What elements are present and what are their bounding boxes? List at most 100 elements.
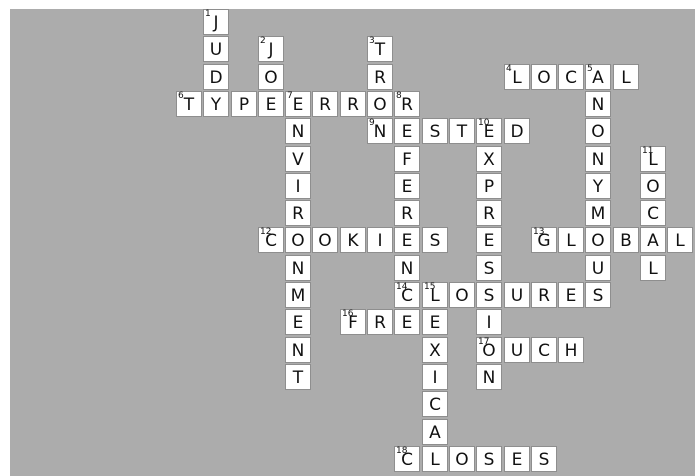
crossword-cell[interactable]: L xyxy=(667,227,693,253)
crossword-cell[interactable]: C xyxy=(422,391,448,417)
crossword-cell[interactable]: I xyxy=(285,173,311,199)
crossword-cell[interactable]: O xyxy=(449,282,475,308)
crossword-cell[interactable]: J2 xyxy=(258,36,284,62)
crossword-cell[interactable]: O xyxy=(258,64,284,90)
cell-letter: N xyxy=(482,368,496,388)
crossword-cell[interactable]: A5 xyxy=(585,64,611,90)
crossword-cell[interactable]: E xyxy=(394,227,420,253)
crossword-cell[interactable]: E xyxy=(504,446,530,472)
crossword-cell[interactable]: E xyxy=(558,282,584,308)
crossword-cell[interactable]: E xyxy=(285,309,311,335)
crossword-cell[interactable]: T3 xyxy=(367,36,393,62)
crossword-cell[interactable]: C xyxy=(558,64,584,90)
crossword-cell[interactable]: O xyxy=(312,227,338,253)
crossword-cell[interactable]: O xyxy=(640,173,666,199)
crossword-cell[interactable]: C 18 xyxy=(394,446,420,472)
crossword-cell[interactable]: X xyxy=(422,337,448,363)
crossword-cell[interactable]: S xyxy=(476,446,502,472)
crossword-cell[interactable]: N xyxy=(394,255,420,281)
crossword-cell[interactable]: F 16 xyxy=(340,309,366,335)
crossword-cell[interactable]: K xyxy=(340,227,366,253)
cell-letter: Y xyxy=(210,95,222,115)
crossword-cell[interactable]: T xyxy=(285,364,311,390)
crossword-cell[interactable]: N xyxy=(285,118,311,144)
crossword-cell[interactable]: C xyxy=(531,337,557,363)
crossword-cell[interactable]: I xyxy=(476,309,502,335)
crossword-cell[interactable]: S xyxy=(476,282,502,308)
crossword-cell[interactable]: V xyxy=(285,146,311,172)
crossword-cell[interactable]: R xyxy=(476,200,502,226)
crossword-cell[interactable]: E7 xyxy=(285,91,311,117)
crossword-cell[interactable]: R xyxy=(285,200,311,226)
crossword-cell[interactable]: L xyxy=(422,446,448,472)
crossword-cell[interactable]: U xyxy=(504,282,530,308)
crossword-cell[interactable]: Y xyxy=(203,91,229,117)
crossword-cell[interactable]: N xyxy=(476,364,502,390)
crossword-cell[interactable]: S xyxy=(422,227,448,253)
clue-number: 7 xyxy=(287,91,293,101)
crossword-cell[interactable]: R xyxy=(312,91,338,117)
crossword-cell[interactable]: E xyxy=(394,309,420,335)
crossword-cell[interactable]: B xyxy=(613,227,639,253)
crossword-cell[interactable]: N xyxy=(285,255,311,281)
crossword-cell[interactable]: L xyxy=(640,255,666,281)
crossword-cell[interactable]: H xyxy=(558,337,584,363)
crossword-cell[interactable]: A xyxy=(640,227,666,253)
crossword-cell[interactable]: P xyxy=(231,91,257,117)
crossword-cell[interactable]: O xyxy=(285,227,311,253)
crossword-cell[interactable]: C 14 xyxy=(394,282,420,308)
crossword-cell[interactable]: R xyxy=(394,200,420,226)
crossword-cell[interactable]: R xyxy=(340,91,366,117)
crossword-cell[interactable]: R8 xyxy=(394,91,420,117)
crossword-cell[interactable]: N xyxy=(285,337,311,363)
crossword-cell[interactable]: N xyxy=(585,146,611,172)
crossword-cell[interactable]: R xyxy=(367,64,393,90)
crossword-cell[interactable]: T xyxy=(449,118,475,144)
crossword-cell[interactable]: U xyxy=(504,337,530,363)
crossword-cell[interactable]: G 13 xyxy=(531,227,557,253)
crossword-cell[interactable]: S xyxy=(585,282,611,308)
crossword-cell[interactable]: O 17 xyxy=(476,337,502,363)
crossword-cell[interactable]: N9 xyxy=(367,118,393,144)
crossword-cell[interactable]: J1 xyxy=(203,9,229,35)
crossword-cell[interactable]: R xyxy=(531,282,557,308)
crossword-cell[interactable]: D xyxy=(504,118,530,144)
crossword-cell[interactable]: S xyxy=(422,118,448,144)
crossword-cell[interactable]: L xyxy=(558,227,584,253)
crossword-cell[interactable]: O xyxy=(531,64,557,90)
crossword-cell[interactable]: M xyxy=(285,282,311,308)
crossword-cell[interactable]: U xyxy=(585,255,611,281)
crossword-cell[interactable]: E 10 xyxy=(476,118,502,144)
crossword-cell[interactable]: L 15 xyxy=(422,282,448,308)
crossword-cell[interactable]: O xyxy=(585,227,611,253)
crossword-cell[interactable]: E xyxy=(394,118,420,144)
crossword-cell[interactable]: T6 xyxy=(176,91,202,117)
crossword-cell[interactable]: E xyxy=(394,173,420,199)
crossword-cell[interactable]: F xyxy=(394,146,420,172)
crossword-cell[interactable]: X xyxy=(476,146,502,172)
crossword-cell[interactable]: E xyxy=(422,309,448,335)
crossword-cell[interactable]: O xyxy=(449,446,475,472)
crossword-cell[interactable]: C xyxy=(640,200,666,226)
crossword-cell[interactable]: C 12 xyxy=(258,227,284,253)
cell-letter: N xyxy=(591,95,605,115)
crossword-cell[interactable]: E xyxy=(476,227,502,253)
crossword-cell[interactable]: D xyxy=(203,64,229,90)
crossword-cell[interactable]: S xyxy=(531,446,557,472)
crossword-cell[interactable]: N xyxy=(585,91,611,117)
crossword-cell[interactable]: A xyxy=(422,419,448,445)
crossword-cell[interactable]: L xyxy=(613,64,639,90)
crossword-cell[interactable]: I xyxy=(367,227,393,253)
crossword-cell[interactable]: M xyxy=(585,200,611,226)
crossword-cell[interactable]: O xyxy=(585,118,611,144)
crossword-cell[interactable]: O xyxy=(367,91,393,117)
crossword-cell[interactable]: P xyxy=(476,173,502,199)
crossword-cell[interactable]: I xyxy=(422,364,448,390)
crossword-cell[interactable]: L 11 xyxy=(640,146,666,172)
crossword-cell[interactable]: Y xyxy=(585,173,611,199)
crossword-cell[interactable]: R xyxy=(367,309,393,335)
crossword-cell[interactable]: E xyxy=(258,91,284,117)
crossword-cell[interactable]: U xyxy=(203,36,229,62)
crossword-cell[interactable]: S xyxy=(476,255,502,281)
crossword-cell[interactable]: L4 xyxy=(504,64,530,90)
